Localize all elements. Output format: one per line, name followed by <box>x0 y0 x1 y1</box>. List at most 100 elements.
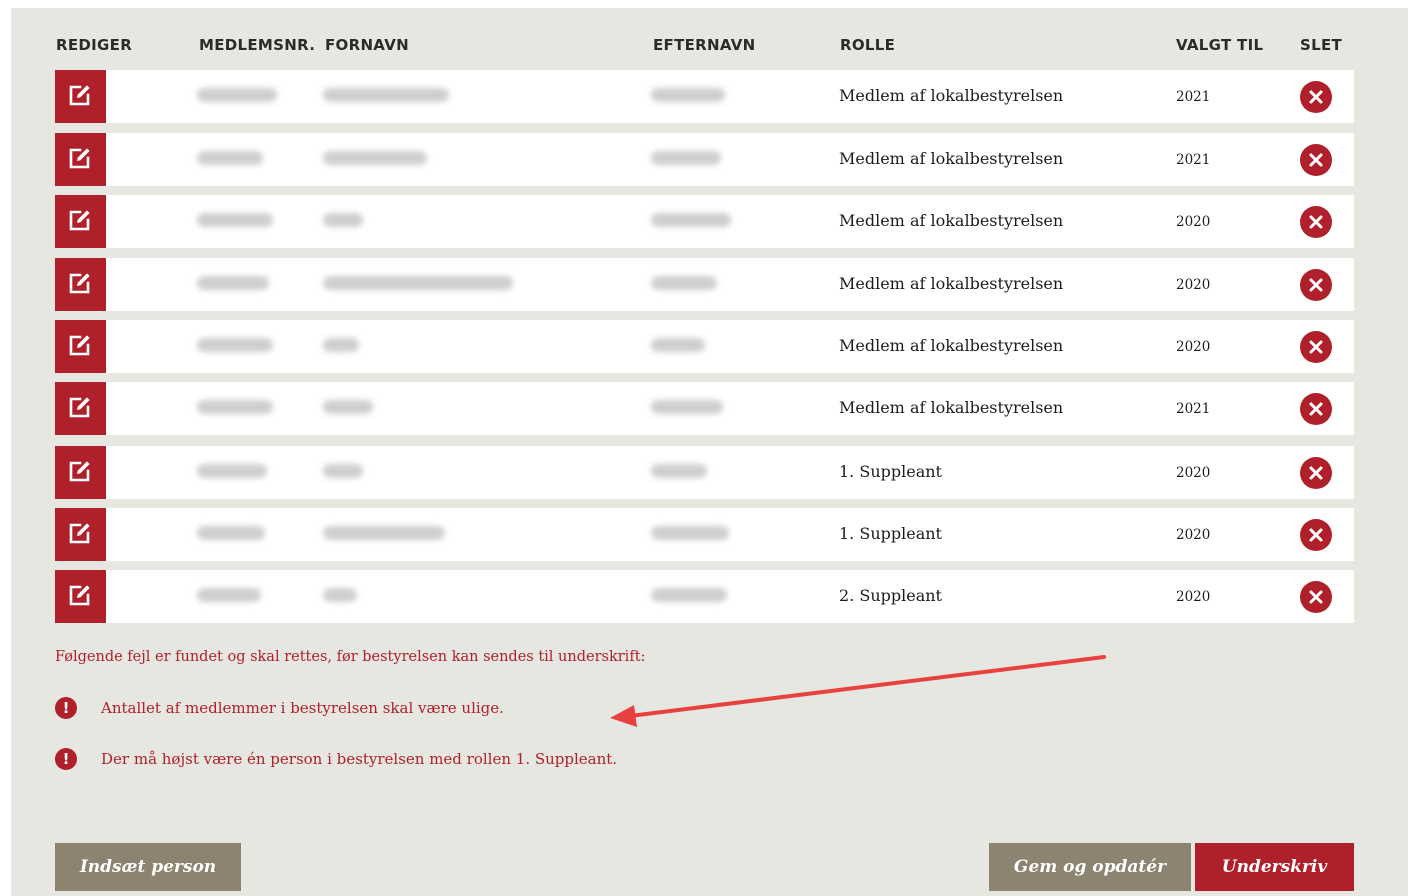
close-circle-icon <box>1309 278 1323 292</box>
save-update-button[interactable]: Gem og opdatér <box>989 843 1191 891</box>
elected-until-cell: 2020 <box>1176 214 1211 230</box>
last-name-redacted <box>651 588 727 602</box>
first-name-redacted <box>323 213 363 227</box>
last-name-redacted <box>651 526 729 540</box>
first-name-redacted <box>323 276 513 290</box>
first-name-redacted <box>323 588 357 602</box>
header-member-no: MEDLEMSNR. <box>199 36 316 54</box>
elected-until-cell: 2021 <box>1176 152 1211 168</box>
elected-until-cell: 2020 <box>1176 277 1211 293</box>
first-name-redacted <box>323 338 359 352</box>
close-circle-icon <box>1309 528 1323 542</box>
role-cell: Medlem af lokalbestyrelsen <box>839 149 1064 168</box>
role-cell: 1. Suppleant <box>839 462 942 481</box>
exclamation-circle-icon: ! <box>55 748 77 770</box>
role-cell: Medlem af lokalbestyrelsen <box>839 86 1064 105</box>
role-cell: 2. Suppleant <box>839 586 942 605</box>
role-cell: Medlem af lokalbestyrelsen <box>839 336 1064 355</box>
table-row: Medlem af lokalbestyrelsen 2021 <box>55 382 1354 435</box>
member-number-redacted <box>197 400 273 414</box>
member-number-redacted <box>197 213 273 227</box>
last-name-redacted <box>651 151 721 165</box>
role-cell: Medlem af lokalbestyrelsen <box>839 274 1064 293</box>
last-name-redacted <box>651 276 717 290</box>
exclamation-circle-icon: ! <box>55 697 77 719</box>
elected-until-cell: 2020 <box>1176 465 1211 481</box>
edit-icon <box>69 210 90 231</box>
delete-button[interactable] <box>1300 581 1332 613</box>
member-number-redacted <box>197 526 265 540</box>
member-number-redacted <box>197 588 261 602</box>
edit-icon <box>69 335 90 356</box>
delete-button[interactable] <box>1300 457 1332 489</box>
edit-icon <box>69 273 90 294</box>
last-name-redacted <box>651 400 723 414</box>
role-cell: Medlem af lokalbestyrelsen <box>839 398 1064 417</box>
close-circle-icon <box>1309 153 1323 167</box>
delete-button[interactable] <box>1300 331 1332 363</box>
close-circle-icon <box>1309 340 1323 354</box>
table-row: 1. Suppleant 2020 <box>55 446 1354 499</box>
edit-button[interactable] <box>55 133 106 186</box>
edit-button[interactable] <box>55 70 106 123</box>
first-name-redacted <box>323 464 363 478</box>
edit-icon <box>69 461 90 482</box>
table-row: Medlem af lokalbestyrelsen 2020 <box>55 195 1354 248</box>
insert-person-button[interactable]: Indsæt person <box>55 843 241 891</box>
elected-until-cell: 2020 <box>1176 527 1211 543</box>
edit-icon <box>69 397 90 418</box>
member-number-redacted <box>197 338 273 352</box>
member-number-redacted <box>197 464 267 478</box>
first-name-redacted <box>323 400 373 414</box>
header-edit: REDIGER <box>56 36 133 54</box>
last-name-redacted <box>651 464 707 478</box>
table-row: 1. Suppleant 2020 <box>55 508 1354 561</box>
table-row: 2. Suppleant 2020 <box>55 570 1354 623</box>
table-row: Medlem af lokalbestyrelsen 2020 <box>55 258 1354 311</box>
table-row: Medlem af lokalbestyrelsen 2021 <box>55 133 1354 186</box>
header-last-name: EFTERNAVN <box>653 36 756 54</box>
edit-button[interactable] <box>55 570 106 623</box>
role-cell: 1. Suppleant <box>839 524 942 543</box>
close-circle-icon <box>1309 402 1323 416</box>
member-number-redacted <box>197 88 277 102</box>
delete-button[interactable] <box>1300 81 1332 113</box>
error-text: Antallet af medlemmer i bestyrelsen skal… <box>101 699 504 717</box>
sign-button[interactable]: Underskriv <box>1195 843 1354 891</box>
elected-until-cell: 2020 <box>1176 589 1211 605</box>
first-name-redacted <box>323 151 427 165</box>
delete-button[interactable] <box>1300 519 1332 551</box>
close-circle-icon <box>1309 90 1323 104</box>
delete-button[interactable] <box>1300 393 1332 425</box>
delete-button[interactable] <box>1300 269 1332 301</box>
close-circle-icon <box>1309 466 1323 480</box>
member-number-redacted <box>197 276 269 290</box>
table-row: Medlem af lokalbestyrelsen 2020 <box>55 320 1354 373</box>
member-number-redacted <box>197 151 263 165</box>
delete-button[interactable] <box>1300 206 1332 238</box>
header-first-name: FORNAVN <box>325 36 409 54</box>
edit-icon <box>69 148 90 169</box>
edit-button[interactable] <box>55 320 106 373</box>
edit-icon <box>69 85 90 106</box>
edit-button[interactable] <box>55 258 106 311</box>
close-circle-icon <box>1309 215 1323 229</box>
edit-button[interactable] <box>55 446 106 499</box>
elected-until-cell: 2021 <box>1176 401 1211 417</box>
table-row: Medlem af lokalbestyrelsen 2021 <box>55 70 1354 123</box>
delete-button[interactable] <box>1300 144 1332 176</box>
header-delete: SLET <box>1300 36 1343 54</box>
role-cell: Medlem af lokalbestyrelsen <box>839 211 1064 230</box>
error-text: Der må højst være én person i bestyrelse… <box>101 750 618 768</box>
close-circle-icon <box>1309 590 1323 604</box>
edit-button[interactable] <box>55 382 106 435</box>
edit-icon <box>69 585 90 606</box>
edit-button[interactable] <box>55 508 106 561</box>
header-role: ROLLE <box>840 36 896 54</box>
header-elected-until: VALGT TIL <box>1176 36 1264 54</box>
elected-until-cell: 2021 <box>1176 89 1211 105</box>
edit-button[interactable] <box>55 195 106 248</box>
edit-icon <box>69 523 90 544</box>
first-name-redacted <box>323 526 445 540</box>
last-name-redacted <box>651 338 705 352</box>
